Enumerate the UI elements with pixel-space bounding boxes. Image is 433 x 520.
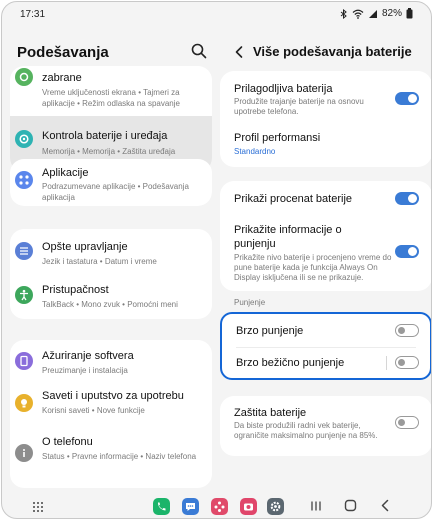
back-arrow-icon[interactable] <box>233 45 245 59</box>
wifi-icon <box>352 9 364 19</box>
battery-settings-pane: Više podešavanja baterije Prilagodljiva … <box>220 26 431 492</box>
item-title: Kontrola baterije i uređaja <box>42 130 168 142</box>
messages-app-icon[interactable] <box>182 498 199 515</box>
digital-wellbeing-icon <box>15 68 33 86</box>
app-drawer-icon[interactable] <box>32 501 44 513</box>
battery-icon <box>406 8 413 19</box>
item-title: zabrane <box>42 72 82 84</box>
page-title: Više podešavanja baterije <box>253 44 412 59</box>
row-subtitle: Da biste produžili radni vek baterije, o… <box>234 421 378 440</box>
search-icon[interactable] <box>190 42 208 60</box>
bluetooth-icon <box>340 8 347 19</box>
settings-group-1b: Aplikacije Podrazumevane aplikacije • Po… <box>10 159 212 206</box>
performance-profile-value: Standardno <box>234 147 276 156</box>
general-management-icon <box>15 242 33 260</box>
item-subtitle: Status • Pravne informacije • Naziv tele… <box>42 452 197 461</box>
charging-options-card: Brzo punjenje Brzo bežično punjenje <box>220 312 431 380</box>
settings-group-1: zabrane Vreme uključenosti ekrana • Tajm… <box>10 66 212 172</box>
charging-info-toggle[interactable] <box>395 245 419 258</box>
item-subtitle: Preuzimanje i instalacija <box>42 366 128 375</box>
tips-icon <box>15 394 33 412</box>
battery-card-1: Prilagodljiva baterija Produžite trajanj… <box>220 71 431 167</box>
item-subtitle: Memorija • Memorija • Zaštita uređaja <box>42 147 176 156</box>
status-icons: 82% <box>340 8 413 19</box>
settings-app-icon[interactable] <box>267 498 284 515</box>
fast-wireless-charging-toggle[interactable] <box>395 356 419 369</box>
row-subtitle: Prikažite nivo baterije i procenjeno vre… <box>234 253 392 282</box>
settings-item-apps[interactable]: Aplikacije Podrazumevane aplikacije • Po… <box>10 159 212 206</box>
item-title: Opšte upravljanje <box>42 241 128 253</box>
item-title: O telefonu <box>42 436 93 448</box>
about-phone-icon <box>15 444 33 462</box>
item-subtitle: Podrazumevane aplikacije • Podešavanja a… <box>42 182 189 202</box>
signal-icon <box>368 9 377 18</box>
pane-title: Podešavanja <box>17 44 109 61</box>
status-time: 17:31 <box>20 9 46 20</box>
row-title: Prikažite informacije o punjenju <box>234 224 342 250</box>
settings-item-wellbeing[interactable]: zabrane Vreme uključenosti ekrana • Tajm… <box>10 66 212 116</box>
item-title: Ažuriranje softvera <box>42 350 134 362</box>
item-subtitle: Vreme uključenosti ekrana • Tajmeri za a… <box>42 88 180 108</box>
row-performance-profile[interactable]: Profil performansi Standardno <box>220 123 431 167</box>
row-title: Zaštita baterije <box>234 407 307 419</box>
row-charging-info[interactable]: Prikažite informacije o punjenju Prikaži… <box>220 217 431 291</box>
battery-card-2: Prikaži procenat baterije Prikažite info… <box>220 181 431 291</box>
recent-apps-icon[interactable] <box>310 500 322 512</box>
fast-charging-toggle[interactable] <box>395 324 419 337</box>
row-protect-battery[interactable]: Zaštita baterije Da biste produžili radn… <box>220 396 431 456</box>
bixby-app-icon[interactable] <box>211 498 228 515</box>
phone-app-icon[interactable] <box>153 498 170 515</box>
device-screen: 17:31 82% Podešavanja zabrane Vreme uklj… <box>1 1 432 519</box>
row-title: Prilagodljiva baterija <box>234 83 333 95</box>
item-subtitle: Jezik i tastatura • Datum i vreme <box>42 257 157 266</box>
settings-item-tips[interactable]: Saveti i uputstvo za upotrebu Korisni sa… <box>10 386 212 430</box>
navigation-bar <box>2 492 431 518</box>
settings-item-about-phone[interactable]: O telefonu Status • Pravne informacije •… <box>10 430 212 486</box>
status-bar: 17:31 82% <box>2 2 431 26</box>
item-title: Aplikacije <box>42 167 89 179</box>
adaptive-battery-toggle[interactable] <box>395 92 419 105</box>
show-percentage-toggle[interactable] <box>395 192 419 205</box>
row-title: Prikaži procenat baterije <box>234 193 353 205</box>
row-adaptive-battery[interactable]: Prilagodljiva baterija Produžite trajanj… <box>220 71 431 123</box>
settings-group-2: Opšte upravljanje Jezik i tastatura • Da… <box>10 229 212 319</box>
accessibility-icon <box>15 286 33 304</box>
camera-app-icon[interactable] <box>240 498 257 515</box>
row-title: Brzo punjenje <box>236 325 304 337</box>
battery-level: 82% <box>381 8 402 19</box>
row-title: Profil performansi <box>234 132 321 144</box>
item-subtitle: TalkBack • Mono zvuk • Pomoćni meni <box>42 300 178 309</box>
protect-battery-toggle[interactable] <box>395 416 419 429</box>
settings-item-general-management[interactable]: Opšte upravljanje Jezik i tastatura • Da… <box>10 229 212 274</box>
battery-card-protect: Zaštita baterije Da biste produžili radn… <box>220 396 431 456</box>
software-update-icon <box>15 352 33 370</box>
home-icon[interactable] <box>344 499 357 512</box>
row-title: Brzo bežično punjenje <box>236 357 345 369</box>
device-care-icon <box>15 130 33 148</box>
row-fast-charging[interactable]: Brzo punjenje <box>222 314 430 346</box>
row-subtitle: Produžite trajanje baterije na osnovu up… <box>234 97 364 116</box>
row-fast-wireless-charging[interactable]: Brzo bežično punjenje <box>222 348 430 378</box>
row-show-percentage[interactable]: Prikaži procenat baterije <box>220 181 431 217</box>
apps-icon <box>15 171 33 189</box>
item-title: Pristupačnost <box>42 284 109 296</box>
settings-item-software-update[interactable]: Ažuriranje softvera Preuzimanje i instal… <box>10 340 212 386</box>
settings-pane: Podešavanja zabrane Vreme uključenosti e… <box>2 26 220 492</box>
toggle-separator <box>386 356 387 370</box>
back-icon[interactable] <box>380 499 390 512</box>
settings-group-3: Ažuriranje softvera Preuzimanje i instal… <box>10 340 212 488</box>
item-title: Saveti i uputstvo za upotrebu <box>42 390 184 402</box>
item-subtitle: Korisni saveti • Nove funkcije <box>42 406 145 415</box>
settings-item-accessibility[interactable]: Pristupačnost TalkBack • Mono zvuk • Pom… <box>10 274 212 319</box>
section-label-charging: Punjenje <box>234 298 266 307</box>
